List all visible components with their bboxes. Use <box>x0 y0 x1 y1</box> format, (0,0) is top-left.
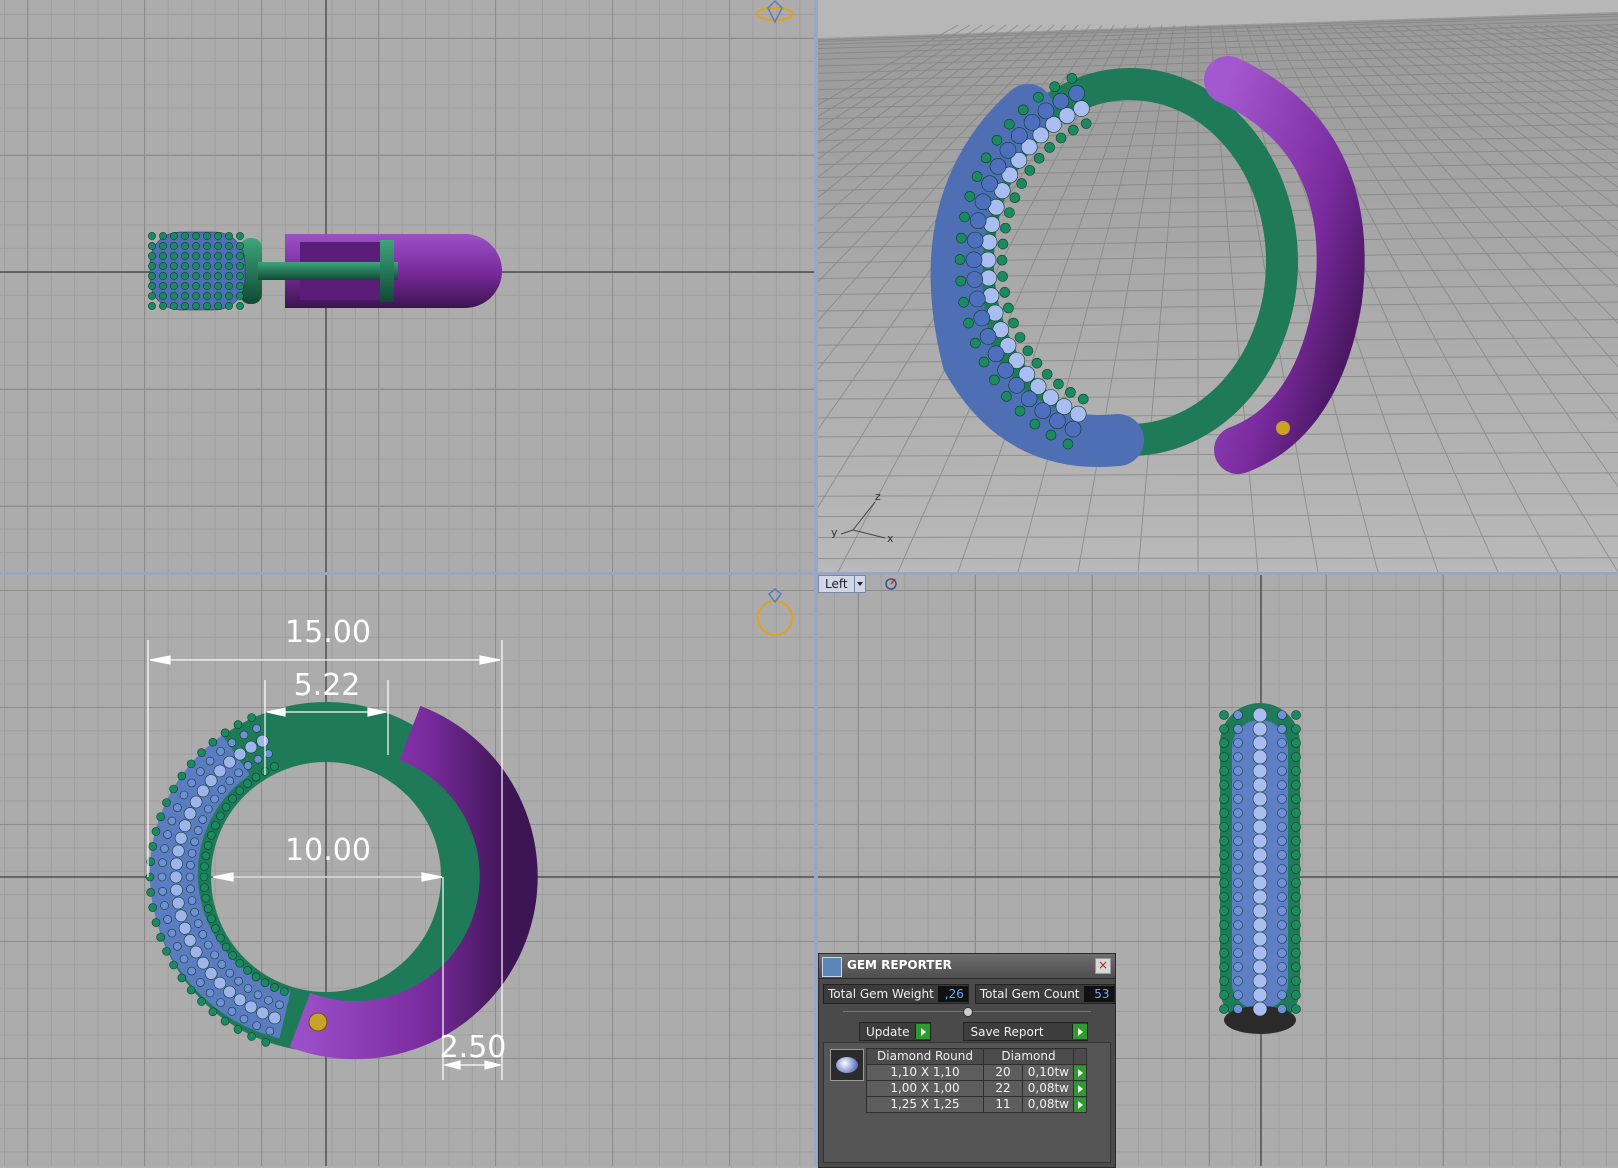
total-gem-count-value: 53 <box>1083 986 1114 1002</box>
update-button-label: Update <box>866 1024 910 1039</box>
save-report-button[interactable]: Save Report <box>963 1022 1089 1041</box>
perspective-view-model: z x y <box>818 0 1618 572</box>
total-gem-weight-label: Total Gem Weight <box>828 987 934 1001</box>
gem-table: Diamond Round Diamond 1,10 X 1,10 20 0,1… <box>866 1048 1087 1113</box>
gem-size: 1,10 X 1,10 <box>866 1064 984 1081</box>
gem-count: 20 <box>983 1064 1023 1081</box>
select-gems-icon[interactable] <box>1074 1065 1086 1080</box>
splitter-handle[interactable] <box>963 1007 973 1017</box>
close-button[interactable]: × <box>1095 958 1111 974</box>
svg-text:z: z <box>875 490 881 503</box>
save-report-button-label: Save Report <box>970 1024 1044 1039</box>
table-row[interactable]: 1,25 X 1,25 11 0,08tw <box>866 1096 1087 1113</box>
outer-width-dimension: 15.00 <box>285 615 371 650</box>
gem-weight: 0,08tw <box>1022 1080 1074 1097</box>
column-header-shape: Diamond Round <box>866 1048 984 1065</box>
round-gem-icon[interactable] <box>830 1049 864 1081</box>
svg-text:x: x <box>887 532 894 545</box>
top-viewport[interactable] <box>0 0 814 572</box>
viewport-divider-horizontal[interactable] <box>0 572 1618 575</box>
thickness-dimension: 2.50 <box>440 1030 507 1065</box>
front-viewport[interactable]: 15.00 5.22 10.00 2.50 <box>0 575 814 1166</box>
front-view-model: 15.00 5.22 10.00 2.50 <box>0 575 814 1166</box>
gem-reporter-titlebar[interactable]: GEM REPORTER × <box>819 954 1115 979</box>
gem-count: 22 <box>983 1080 1023 1097</box>
chevron-down-icon[interactable] <box>854 575 866 593</box>
gem-size: 1,25 X 1,25 <box>866 1096 984 1113</box>
gem-size: 1,00 X 1,00 <box>866 1080 984 1097</box>
gem-reporter-title: GEM REPORTER <box>847 958 952 972</box>
gem-weight: 0,08tw <box>1022 1096 1074 1113</box>
total-gem-weight-field: Total Gem Weight ,26 <box>823 984 969 1004</box>
gem-reporter-panel: GEM REPORTER × Total Gem Weight ,26 Tota… <box>818 953 1116 1168</box>
gem-count: 11 <box>983 1096 1023 1113</box>
total-gem-weight-value: ,26 <box>937 986 968 1002</box>
view-name[interactable]: Left <box>818 575 855 593</box>
gem-reporter-icon <box>822 957 842 977</box>
total-gem-count-label: Total Gem Count <box>979 987 1080 1001</box>
svg-text:y: y <box>831 526 838 539</box>
inner-diameter-dimension: 10.00 <box>285 833 371 868</box>
select-gems-icon[interactable] <box>1074 1097 1086 1112</box>
top-view-model <box>0 0 814 572</box>
column-header-material: Diamond <box>983 1048 1074 1065</box>
total-gem-count-field: Total Gem Count 53 <box>974 984 1115 1004</box>
opening-dimension: 5.22 <box>294 668 361 703</box>
gem-weight: 0,10tw <box>1022 1064 1074 1081</box>
panel-splitter[interactable] <box>823 1007 1111 1017</box>
navigation-widget-icon[interactable] <box>757 588 793 636</box>
perspective-viewport[interactable]: z x y <box>818 0 1618 572</box>
camera-orbit-icon[interactable] <box>884 577 898 591</box>
table-row[interactable]: 1,00 X 1,00 22 0,08tw <box>866 1080 1087 1097</box>
play-icon[interactable] <box>915 1024 931 1039</box>
gem-list: Diamond Round Diamond 1,10 X 1,10 20 0,1… <box>823 1042 1111 1163</box>
navigation-widget-icon[interactable] <box>756 0 794 24</box>
view-selector[interactable]: Left <box>818 575 898 593</box>
select-gems-icon[interactable] <box>1074 1081 1086 1096</box>
play-icon[interactable] <box>1072 1024 1088 1039</box>
update-button[interactable]: Update <box>859 1022 932 1041</box>
table-row[interactable]: 1,10 X 1,10 20 0,10tw <box>866 1064 1087 1081</box>
